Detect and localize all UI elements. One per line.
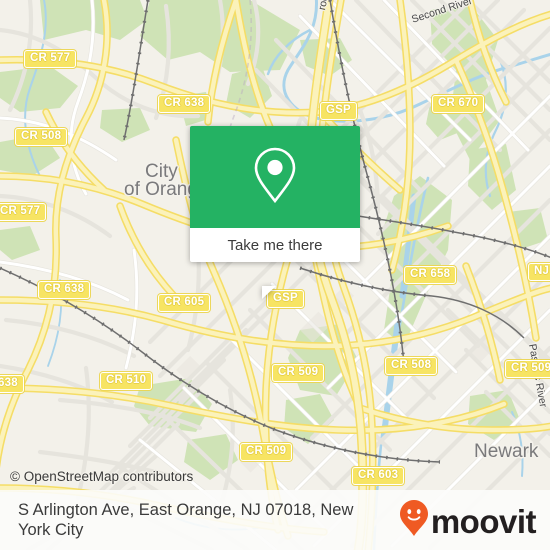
road-shield-cr577-west[interactable]: CR 577 — [0, 203, 47, 221]
road-shield-cr509-south[interactable]: CR 509 — [240, 443, 293, 461]
map-vector-layer: .mj{stroke:#f5dd66;stroke-linecap:round;… — [0, 0, 550, 550]
callout-pointer-tail — [262, 286, 276, 299]
road-shield-cr638-north[interactable]: CR 638 — [158, 95, 211, 113]
road-shield-gsp-north[interactable]: GSP — [320, 102, 357, 120]
road-shield-cr638-south[interactable]: CR 638 — [38, 281, 91, 299]
road-shield-nj21[interactable]: NJ 21 — [528, 263, 550, 281]
address-label: S Arlington Ave, East Orange, NJ 07018, … — [18, 501, 354, 539]
place-label-city-of-orange-line1: City — [145, 161, 178, 182]
map-screenshot: .mj{stroke:#f5dd66;stroke-linecap:round;… — [0, 0, 550, 550]
moovit-wordmark: moovit — [430, 502, 537, 540]
place-label-newark: Newark — [474, 441, 539, 462]
moovit-brand[interactable]: moovit — [399, 499, 537, 542]
moovit-smiley-pin-icon — [399, 499, 429, 542]
footer-bar: S Arlington Ave, East Orange, NJ 07018, … — [0, 490, 550, 550]
road-shield-cr509-east[interactable]: CR 509 — [505, 360, 550, 378]
road-shield-cr603[interactable]: CR 603 — [352, 467, 405, 485]
callout-header — [190, 126, 360, 228]
map-canvas[interactable]: .mj{stroke:#f5dd66;stroke-linecap:round;… — [0, 0, 550, 550]
take-me-there-button[interactable]: Take me there — [190, 228, 360, 262]
road-shield-cr605[interactable]: CR 605 — [158, 294, 211, 312]
road-shield-cr658[interactable]: CR 658 — [404, 266, 457, 284]
map-pin-icon — [252, 146, 298, 209]
road-shield-cr510[interactable]: CR 510 — [100, 372, 153, 390]
road-shield-cr577-north[interactable]: CR 577 — [24, 50, 77, 68]
osm-attribution[interactable]: © OpenStreetMap contributors — [10, 469, 193, 484]
road-shield-cr670[interactable]: CR 670 — [432, 95, 485, 113]
road-shield-cr508-east[interactable]: CR 508 — [385, 357, 438, 375]
location-callout-card[interactable]: Take me there — [190, 126, 360, 299]
road-shield-638-edge[interactable]: 638 — [0, 375, 24, 393]
road-shield-cr508-west[interactable]: CR 508 — [15, 128, 68, 146]
road-shield-cr509-center[interactable]: CR 509 — [272, 364, 325, 382]
take-me-there-label: Take me there — [227, 236, 323, 254]
